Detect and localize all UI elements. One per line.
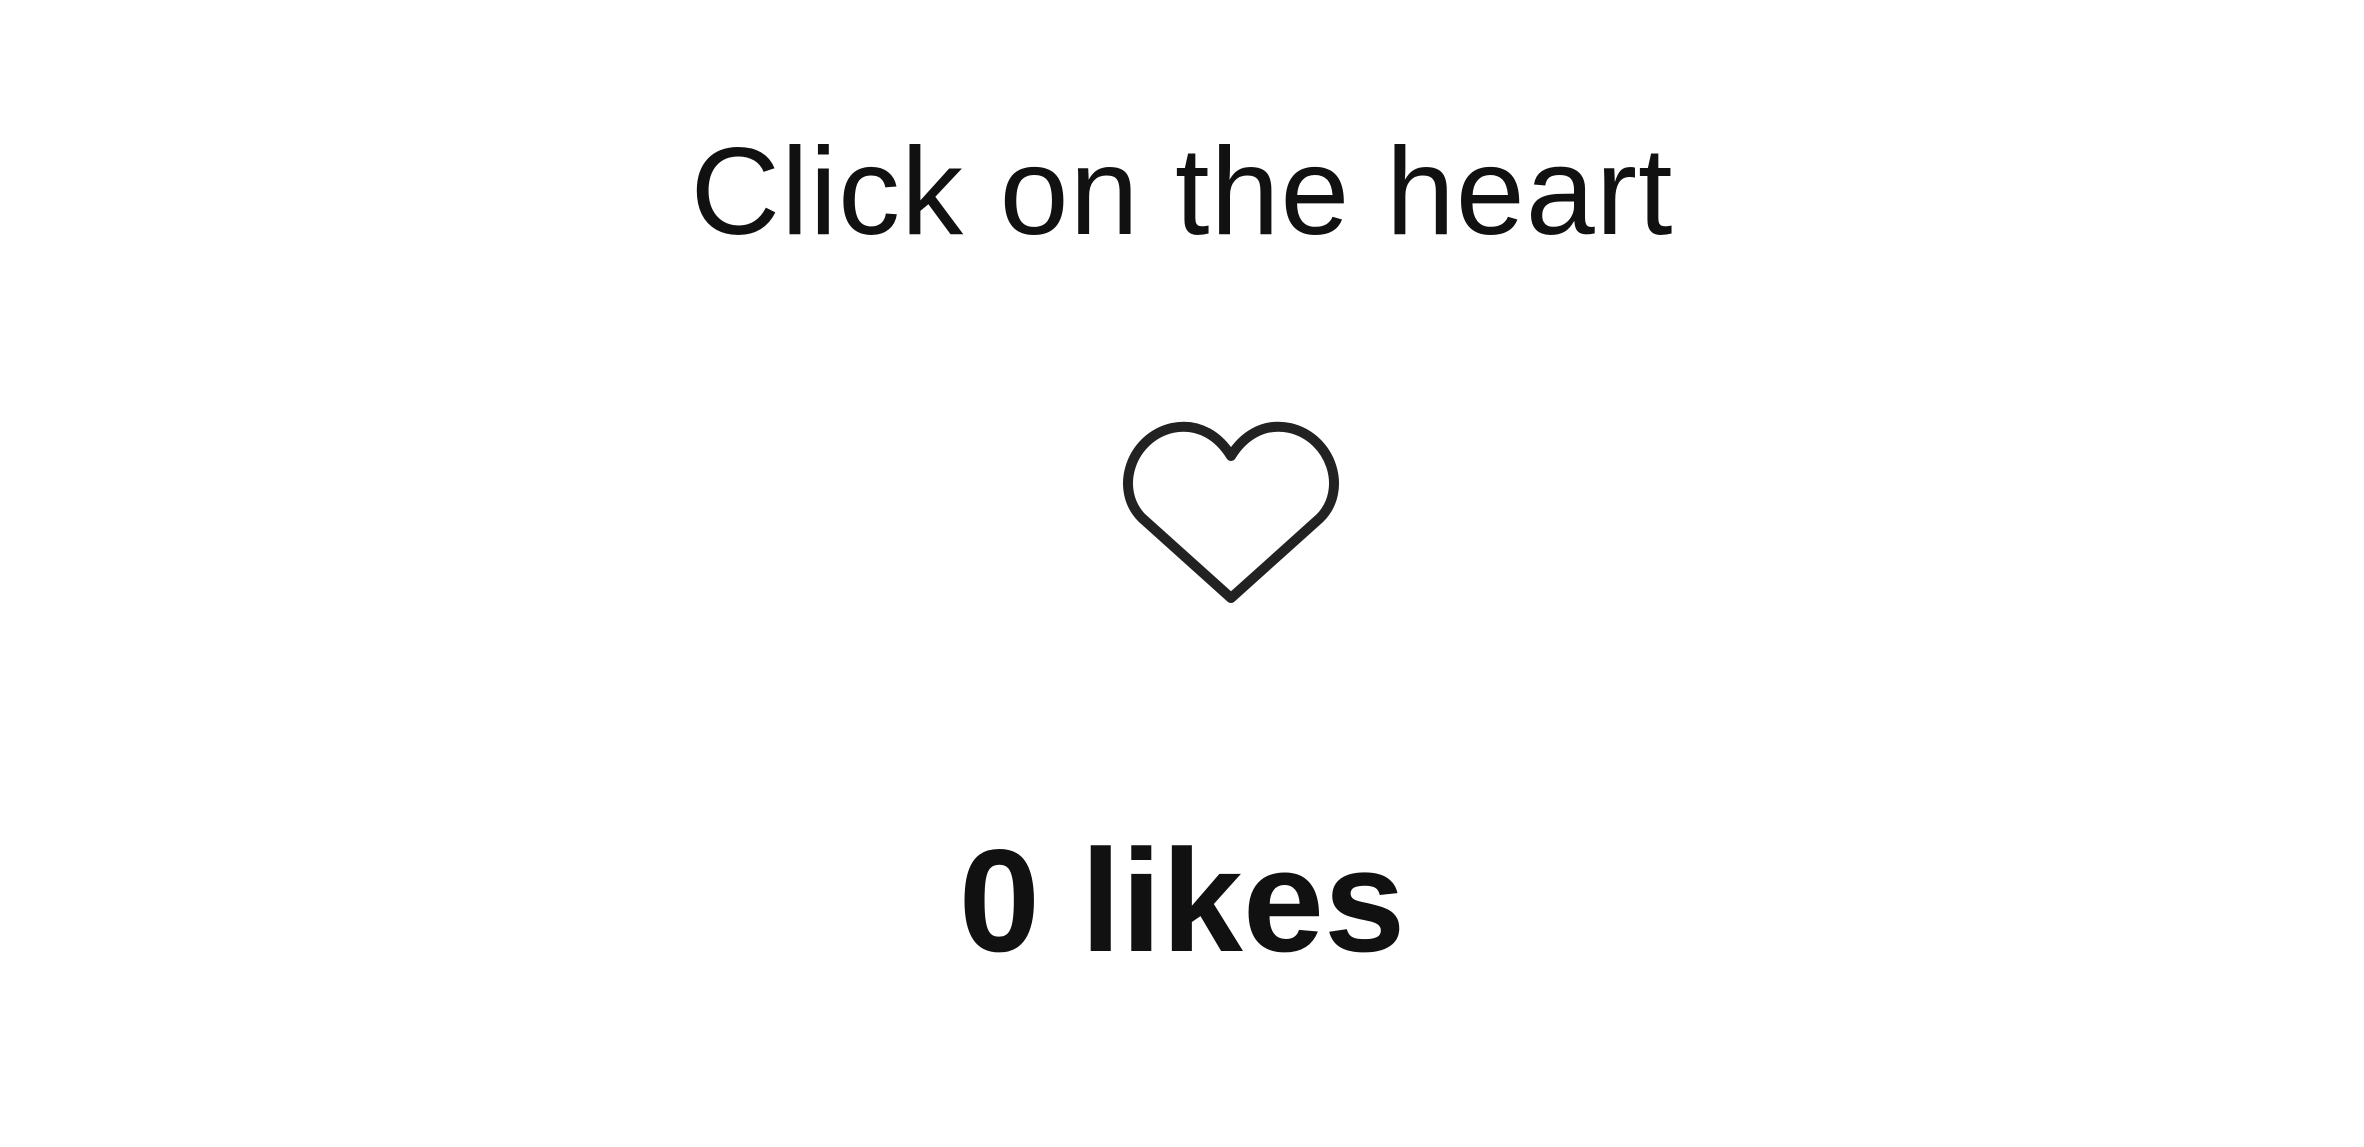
likes-label: likes (1080, 819, 1406, 982)
instruction-text: Click on the heart (690, 123, 1674, 261)
likes-count: 0 (958, 819, 1040, 982)
like-button[interactable] (1122, 410, 1340, 612)
likes-counter: 0 likes (0, 816, 2364, 986)
heart-outline-icon (1123, 421, 1339, 603)
like-widget: Click on the heart 0 likes (0, 0, 2364, 1147)
